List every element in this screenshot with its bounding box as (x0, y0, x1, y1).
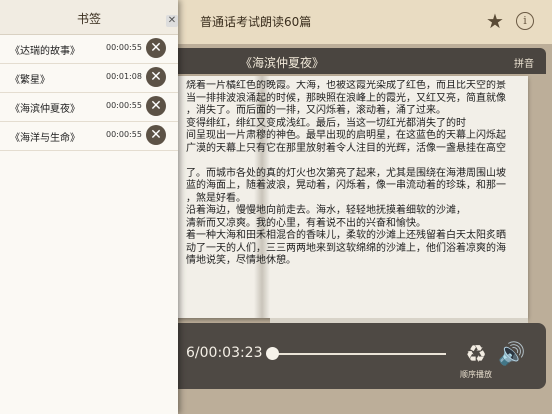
text-line (186, 155, 520, 168)
playback-time: 6/00:03:23 (186, 345, 263, 361)
bookmark-time: 00:00:55 (106, 130, 142, 139)
text-line: 蓝的海面上，随着波浪，晃动着，闪烁着，像一串流动着的珍珠，和那一 (186, 180, 506, 191)
book-header: 《海滨仲夏夜》 拼音 (160, 48, 546, 74)
delete-icon[interactable]: ✕ (146, 125, 166, 145)
bookmark-time: 00:00:55 (106, 101, 142, 110)
text-line: 动了一天的人们，三三两两地来到这软绵绵的沙滩上，他们浴着凉爽的海 (186, 242, 506, 254)
text-line: 情地说笑，尽情地休憩。 (186, 255, 296, 266)
bookmark-item[interactable]: 《海滨仲夏夜》 00:00:55 ✕ (0, 92, 178, 122)
recycle-icon[interactable]: ♻ (462, 340, 490, 368)
info-icon[interactable]: i (516, 12, 534, 30)
bookmarks-title: 书签 (76, 12, 101, 26)
text-line: 广漠的天幕上只有它在那里放射着令人注目的光辉，活像一盏悬挂在高空 (186, 142, 506, 154)
text-line: 变得绯红，绯红又变成浅红。最后，当这一切红光都消失了的时 (186, 117, 466, 129)
text-line: ，煞是好看。 (186, 192, 246, 204)
audio-player: 6/00:03:23 ♻ 顺序播放 🔊 (150, 323, 546, 389)
bookmark-time: 00:00:55 (106, 43, 142, 52)
delete-icon[interactable]: ✕ (146, 96, 166, 116)
bookmark-name: 《繁星》 (10, 75, 50, 86)
text-line: 清新而又凉爽。我的心里，有着说不出的兴奋和愉快。 (186, 217, 426, 229)
bookmarks-panel: 书签 ✕ 《达瑞的故事》 00:00:55 ✕ 《繁星》 00:01:08 ✕ … (0, 0, 178, 414)
play-mode-label[interactable]: 顺序播放 (456, 369, 496, 380)
text-line: 着一种大海和田禾相混合的香味儿，柔软的沙滩上还残留着白天太阳炙晒 (186, 230, 506, 241)
text-line: 烧着一片橘红色的晚霞。大海，也被这霞光染成了红色，而且比天空的景 (186, 80, 506, 91)
progress-track[interactable] (268, 353, 446, 355)
text-line: ，消失了。而后面的一排，又闪烁着，滚动着，涌了过来。 (186, 105, 446, 116)
bookmark-item[interactable]: 《达瑞的故事》 00:00:55 ✕ (0, 34, 178, 64)
bookmark-name: 《海滨仲夏夜》 (10, 104, 80, 115)
book-title: 《海滨仲夏夜》 (240, 56, 325, 70)
bookmark-name: 《海洋与生命》 (10, 133, 80, 144)
progress-thumb[interactable] (266, 347, 279, 360)
text-line: 间呈现出一片肃穆的神色。最早出现的启明星，在这蓝色的天幕上闪烁起 (186, 130, 506, 141)
bookmark-item[interactable]: 《繁星》 00:01:08 ✕ (0, 63, 178, 93)
text-line: 了。而城市各处的真的灯火也次第亮了起来，尤其是围绕在海港周围山坡 (186, 167, 506, 179)
pinyin-button[interactable]: 拼音 (514, 55, 534, 70)
delete-icon[interactable]: ✕ (146, 38, 166, 58)
bookmark-item[interactable]: 《海洋与生命》 00:00:55 ✕ (0, 121, 178, 151)
volume-icon[interactable]: 🔊 (498, 341, 526, 369)
text-line: 沿着海边，慢慢地向前走去。海水，轻轻地抚摸着细软的沙滩， (186, 205, 466, 216)
bookmark-time: 00:01:08 (106, 72, 142, 81)
star-icon[interactable]: ★ (484, 10, 506, 32)
text-line: 当一排排波浪涌起的时候，那映照在浪峰上的霞光，又红又亮，简直就像 (186, 92, 506, 104)
reading-text: 烧着一片橘红色的晚霞。大海，也被这霞光染成了红色，而且比天空的景 当一排排波浪涌… (186, 80, 520, 268)
bookmarks-header: 书签 ✕ (0, 0, 178, 35)
close-icon[interactable]: ✕ (166, 15, 178, 27)
bookmark-name: 《达瑞的故事》 (10, 46, 80, 57)
app-title: 普通话考试朗读60篇 (200, 15, 312, 29)
delete-icon[interactable]: ✕ (146, 67, 166, 87)
